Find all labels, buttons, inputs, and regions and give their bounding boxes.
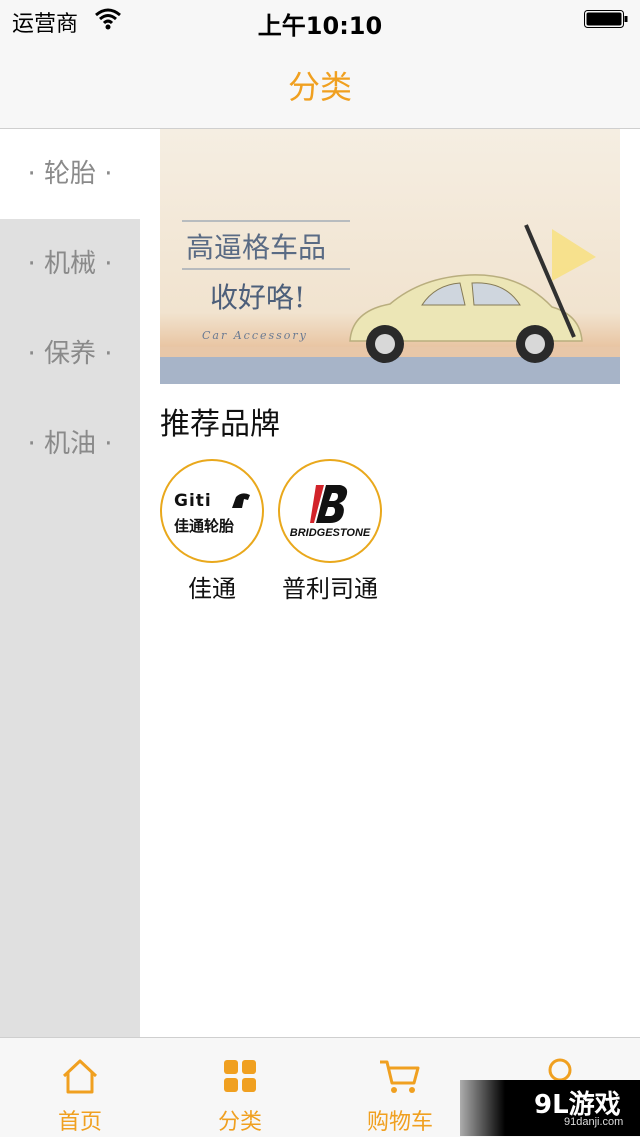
banner-subheadline: 收好咯! [210,281,305,314]
tab-label: 分类 [217,1110,262,1135]
cart-icon [380,1060,420,1093]
nav-bar: 分类 [0,40,640,129]
status-bar: 运营商 上午10:10 [0,0,640,40]
page-title: 分类 [287,68,352,106]
sidebar-item-maintenance[interactable]: · 保养 · [0,309,140,399]
brand-name: 佳通 [188,575,236,603]
bridgestone-logo: BRIDGESTONE [278,459,382,563]
tab-category[interactable]: 分类 [160,1038,320,1137]
site-watermark: 9L游戏 91danji.com [460,1080,640,1136]
grid-icon [224,1060,256,1092]
recommended-brands-title: 推荐品牌 [160,407,280,442]
battery-icon [584,10,628,28]
banner-image: 高逼格车品 收好咯! Car Accessory [160,129,620,384]
sidebar-item-tires[interactable]: · 轮胎 · [0,129,140,219]
sidebar-item-engine-oil[interactable]: · 机油 · [0,399,140,489]
giti-logo: Giti 佳通轮胎 [160,459,264,563]
tab-label: 首页 [57,1110,102,1135]
banner-caption: Car Accessory [202,329,308,342]
bridgestone-b-icon [310,485,348,523]
tab-label: 购物车 [366,1110,433,1135]
home-icon [62,1059,98,1094]
tab-cart[interactable]: 购物车 [320,1038,480,1137]
category-sidebar: · 轮胎 · · 机械 · · 保养 · · 机油 · [0,129,140,1037]
sidebar-item-mechanical[interactable]: · 机械 · [0,219,140,309]
category-content: 高逼格车品 收好咯! Car Accessory 推荐品牌 Giti 佳通轮胎 … [140,129,640,1037]
watermark-url: 91danji.com [564,1116,624,1128]
brand-bridgestone[interactable]: BRIDGESTONE 普利司通 [278,459,382,604]
brand-name: 普利司通 [282,575,378,603]
promo-banner[interactable]: 高逼格车品 收好咯! Car Accessory [160,129,620,384]
tab-home[interactable]: 首页 [0,1038,160,1137]
banner-headline: 高逼格车品 [186,231,326,264]
horse-icon [232,493,250,508]
status-time: 上午10:10 [257,12,383,40]
brand-giti[interactable]: Giti 佳通轮胎 佳通 [160,459,264,604]
